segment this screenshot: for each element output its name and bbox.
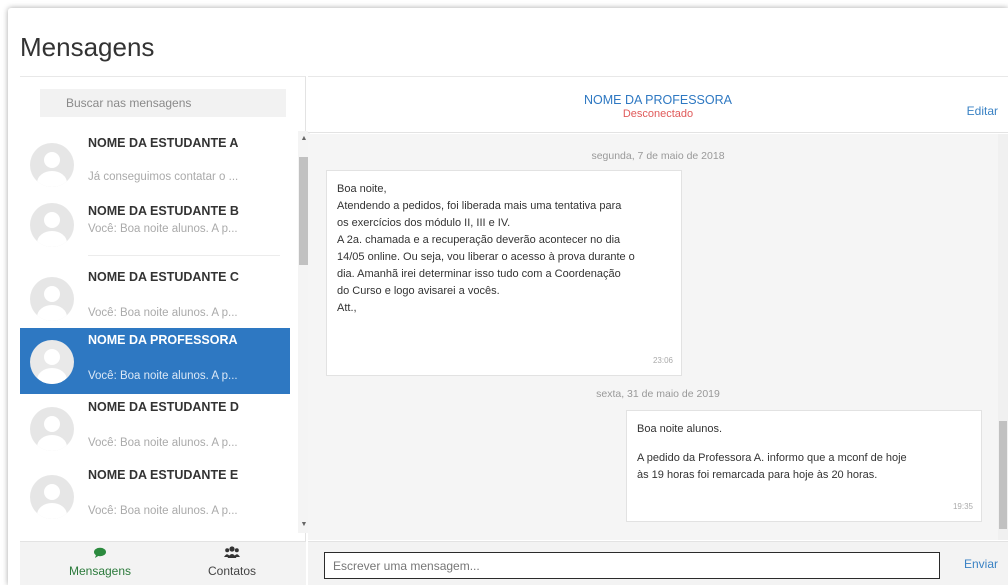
message-bubble-received: Boa noite, Atendendo a pedidos, foi libe…	[326, 170, 682, 376]
contact-name: NOME DA ESTUDANTE C	[88, 270, 239, 284]
users-icon	[182, 546, 282, 564]
conversation-panel: NOME DA PROFESSORA Desconectado Editar s…	[308, 76, 1008, 585]
contact-name: NOME DA ESTUDANTE E	[88, 468, 239, 482]
message-line: Boa noite alunos.	[637, 423, 723, 435]
search-input[interactable]	[40, 89, 286, 117]
avatar	[30, 340, 74, 384]
message-area: segunda, 7 de maio de 2018 Boa noite, At…	[308, 134, 1008, 540]
conversation-sidebar: NOME DA ESTUDANTE A Já conseguimos conta…	[20, 76, 310, 585]
conversation-header: NOME DA PROFESSORA Desconectado Editar	[308, 77, 1008, 133]
speech-bubble-icon	[50, 546, 150, 564]
avatar	[30, 277, 74, 321]
page-title: Mensagens	[20, 32, 155, 62]
tab-contacts[interactable]: Contatos	[182, 546, 282, 578]
contact-item[interactable]: NOME DA ESTUDANTE A Já conseguimos conta…	[20, 131, 290, 197]
message-line: Atendendo a pedidos, foi liberada mais u…	[337, 200, 622, 212]
message-input[interactable]	[324, 552, 940, 579]
message-timestamp: 19:35	[952, 502, 973, 511]
message-line-blank	[637, 438, 973, 450]
contact-name: NOME DA ESTUDANTE D	[88, 400, 239, 414]
message-line: às 19 horas foi remarcada para hoje às 2…	[637, 469, 878, 481]
tab-contacts-label: Contatos	[207, 564, 257, 578]
avatar	[30, 475, 74, 519]
contact-name: NOME DA PROFESSORA	[88, 333, 238, 347]
message-line: do Curso e logo avisarei a vocês.	[337, 285, 500, 297]
tab-messages-label: Mensagens	[68, 564, 132, 578]
divider	[88, 255, 280, 256]
avatar	[30, 407, 74, 451]
composer: Enviar	[308, 541, 1008, 585]
sidebar-footer: Mensagens Contatos	[20, 541, 306, 585]
send-button[interactable]: Enviar	[964, 557, 998, 571]
message-line: dia. Amanhã irei determinar isso tudo co…	[337, 268, 621, 280]
message-line: Att.,	[337, 302, 357, 314]
contact-name: NOME DA ESTUDANTE B	[88, 204, 239, 218]
contact-preview: Você: Boa noite alunos. A p...	[88, 307, 238, 319]
conversation-contact-name[interactable]: NOME DA PROFESSORA	[308, 93, 1008, 107]
message-line: 14/05 online. Ou seja, vou liberar o ace…	[337, 251, 635, 263]
message-timestamp: 23:06	[652, 356, 673, 365]
message-line: A pedido da Professora A. informo que a …	[637, 452, 907, 464]
message-area-scroll-thumb[interactable]	[999, 421, 1007, 529]
contact-preview: Já conseguimos contatar o ...	[88, 171, 239, 183]
contact-preview: Você: Boa noite alunos. A p...	[88, 370, 238, 382]
contact-item[interactable]: NOME DA ESTUDANTE B Você: Boa noite alun…	[20, 193, 290, 259]
contact-list: NOME DA ESTUDANTE A Já conseguimos conta…	[20, 131, 296, 533]
contact-item[interactable]: NOME DA ESTUDANTE D Você: Boa noite alun…	[20, 395, 290, 461]
contact-item-selected[interactable]: NOME DA PROFESSORA Você: Boa noite aluno…	[20, 328, 290, 394]
status-badge: Desconectado	[622, 108, 694, 120]
message-line: Boa noite,	[337, 183, 387, 195]
avatar	[30, 143, 74, 187]
message-bubble-sent: Boa noite alunos. A pedido da Professora…	[626, 410, 982, 522]
day-separator: segunda, 7 de maio de 2018	[591, 150, 725, 162]
message-line: os exercícios dos módulo II, III e IV.	[337, 217, 511, 229]
tab-messages[interactable]: Mensagens	[50, 546, 150, 578]
edit-button[interactable]: Editar	[967, 104, 998, 118]
contact-item[interactable]: NOME DA ESTUDANTE C Você: Boa noite alun…	[20, 265, 290, 331]
contact-item[interactable]: NOME DA ESTUDANTE E Você: Boa noite alun…	[20, 463, 290, 529]
contact-preview: Você: Boa noite alunos. A p...	[88, 437, 238, 449]
day-separator: sexta, 31 de maio de 2019	[596, 388, 720, 400]
avatar	[30, 203, 74, 247]
message-line: A 2a. chamada e a recuperação deverão ac…	[337, 234, 621, 246]
messages-window: Mensagens NOME DA ESTUDANTE A Já consegu…	[8, 8, 1008, 585]
contact-preview: Você: Boa noite alunos. A p...	[88, 223, 238, 235]
contact-preview: Você: Boa noite alunos. A p...	[88, 505, 238, 517]
contact-name: NOME DA ESTUDANTE A	[88, 136, 239, 150]
